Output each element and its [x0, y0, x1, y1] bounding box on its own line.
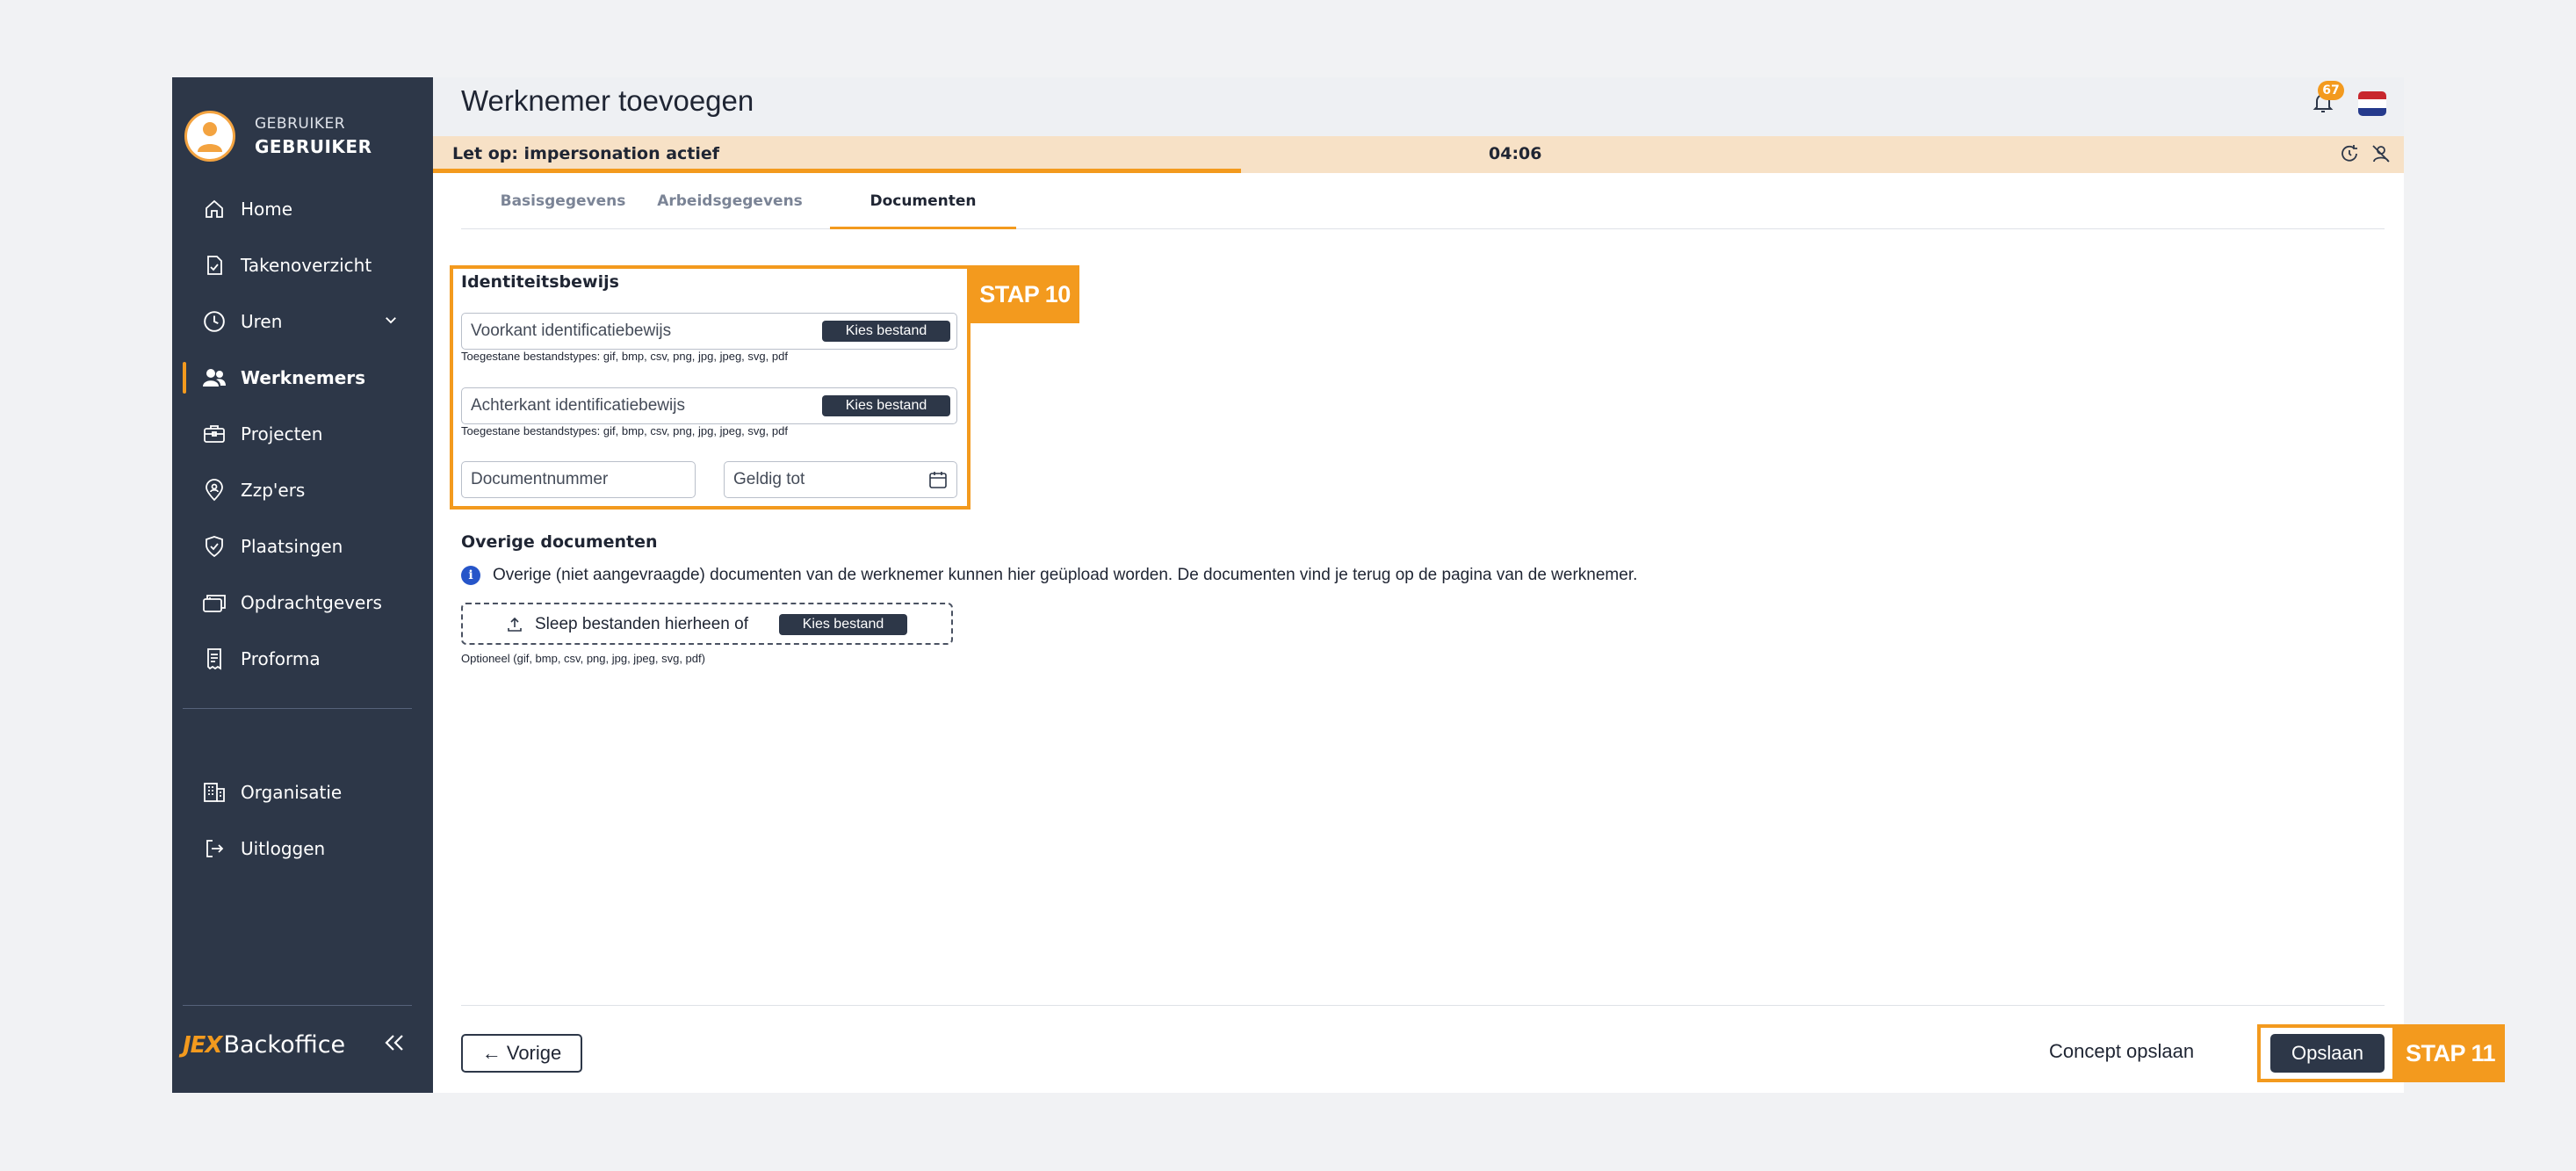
sidebar-item-label: Organisatie [241, 782, 343, 803]
user-name: GEBRUIKER [255, 136, 372, 157]
footer-divider [461, 1005, 2385, 1006]
dropzone-choose-file-button[interactable]: Kies bestand [779, 614, 907, 635]
sidebar-item-label: Proforma [241, 648, 321, 669]
sidebar-item-label: Werknemers [241, 367, 366, 388]
sidebar-item-plaatsingen[interactable]: Plaatsingen [172, 518, 433, 575]
sidebar-nav-secondary: Organisatie Uitloggen [172, 764, 433, 877]
sidebar-item-label: Uitloggen [241, 838, 326, 859]
page-title: Werknemer toevoegen [461, 84, 754, 117]
main-content: Werknemer toevoegen 67 Let op: impersona… [433, 77, 2404, 1093]
dropzone-optional-types: Optioneel (gif, bmp, csv, png, jpg, jpeg… [461, 652, 705, 665]
sidebar: GEBRUIKER GEBRUIKER Home Takenoverzicht … [172, 77, 433, 1093]
user-icon [198, 122, 222, 152]
sidebar-item-uitloggen[interactable]: Uitloggen [172, 820, 433, 877]
other-documents-info-text: Overige (niet aangevraagde) documenten v… [493, 566, 1638, 584]
logout-icon [202, 836, 227, 861]
sidebar-divider [183, 708, 412, 709]
sidebar-item-takenoverzicht[interactable]: Takenoverzicht [172, 237, 433, 293]
dropzone-text: Sleep bestanden hierheen of [535, 615, 748, 633]
tab-arbeidsgegevens[interactable]: Arbeidsgegevens [642, 173, 818, 229]
sidebar-item-label: Home [241, 199, 293, 220]
sidebar-item-zzpers[interactable]: Zzp'ers [172, 462, 433, 518]
brand-mark: JEX [183, 1031, 222, 1059]
brand-logo: JEX Backoffice [183, 1031, 345, 1059]
step-10-highlight [450, 265, 971, 510]
save-draft-button[interactable]: Concept opslaan [2049, 1040, 2194, 1063]
sidebar-item-label: Takenoverzicht [241, 255, 372, 276]
step-11-label: STAP 11 [2396, 1024, 2505, 1082]
avatar [184, 111, 235, 162]
language-flag-nl-icon[interactable] [2358, 91, 2386, 116]
impersonation-text: Let op: impersonation actief [452, 144, 720, 163]
user-role: GEBRUIKER [255, 115, 346, 133]
arrow-left-icon: ← [481, 1042, 501, 1064]
sidebar-item-werknemers[interactable]: Werknemers [172, 350, 433, 406]
sidebar-item-projecten[interactable]: Projecten [172, 406, 433, 462]
users-icon [202, 365, 227, 390]
building-icon [202, 780, 227, 805]
tab-documenten[interactable]: Documenten [830, 173, 1016, 229]
home-icon [202, 197, 227, 221]
sidebar-item-label: Zzp'ers [241, 480, 306, 501]
location-pin-icon [202, 478, 227, 502]
sidebar-item-uren[interactable]: Uren [172, 293, 433, 350]
refresh-timer-icon[interactable] [2339, 143, 2360, 168]
brand-name: Backoffice [223, 1031, 346, 1059]
sidebar-item-label: Projecten [241, 423, 323, 445]
sidebar-item-label: Uren [241, 311, 283, 332]
previous-button-label: Vorige [506, 1042, 562, 1064]
collapse-sidebar-icon[interactable] [383, 1031, 406, 1058]
sidebar-item-label: Plaatsingen [241, 536, 343, 557]
tab-bar: Basisgegevens Arbeidsgegevens Documenten [461, 173, 2385, 229]
step-11-highlight [2257, 1024, 2396, 1082]
other-documents-info: i Overige (niet aangevraagde) documenten… [461, 566, 1637, 585]
sidebar-divider [183, 1005, 412, 1006]
stop-impersonation-icon[interactable] [2370, 143, 2392, 168]
other-documents-title: Overige documenten [461, 532, 658, 552]
upload-icon [507, 617, 523, 636]
chevron-down-icon[interactable] [383, 311, 399, 332]
impersonation-timer: 04:06 [1489, 144, 1542, 163]
info-icon: i [461, 566, 480, 585]
user-profile[interactable]: GEBRUIKER GEBRUIKER [184, 111, 372, 162]
sidebar-item-organisatie[interactable]: Organisatie [172, 764, 433, 820]
briefcase-icon [202, 422, 227, 446]
sidebar-item-home[interactable]: Home [172, 181, 433, 237]
shield-check-icon [202, 534, 227, 559]
sidebar-item-proforma[interactable]: Proforma [172, 631, 433, 687]
sidebar-item-label: Opdrachtgevers [241, 592, 382, 613]
top-bar: Werknemer toevoegen 67 [433, 77, 2404, 136]
impersonation-bar: Let op: impersonation actief 04:06 [433, 136, 2404, 173]
task-list-icon [202, 253, 227, 278]
clock-icon [202, 309, 227, 334]
file-dropzone[interactable]: Sleep bestanden hierheen of Kies bestand [461, 603, 953, 645]
previous-button[interactable]: ← Vorige [461, 1034, 582, 1073]
client-icon [202, 590, 227, 615]
sidebar-nav: Home Takenoverzicht Uren Werknemers Proj… [172, 181, 433, 687]
tab-basisgegevens[interactable]: Basisgegevens [484, 173, 642, 229]
sidebar-item-opdrachtgevers[interactable]: Opdrachtgevers [172, 575, 433, 631]
notification-badge: 67 [2318, 81, 2344, 100]
receipt-icon [202, 647, 227, 671]
step-10-label: STAP 10 [971, 265, 1079, 323]
